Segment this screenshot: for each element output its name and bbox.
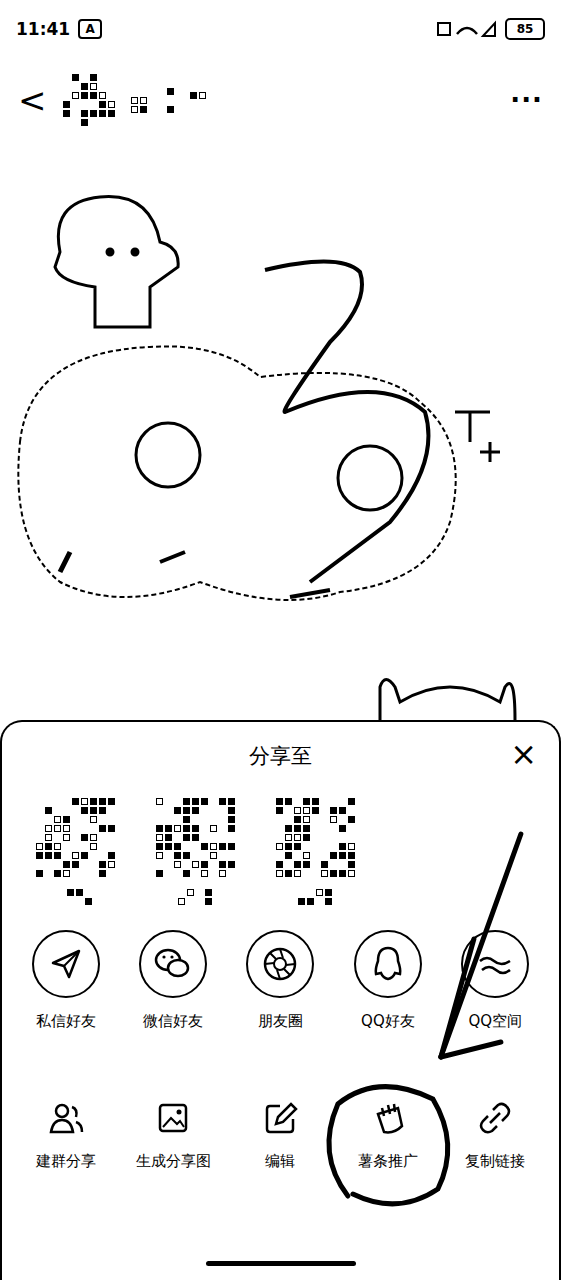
group-icon [48,1100,84,1136]
battery-icon: 85 [505,18,545,40]
share-action[interactable]: 薯条推广 [334,1084,441,1204]
moments-icon [259,943,301,985]
share-target[interactable]: 私信好友 [12,930,119,1070]
share-target-label: QQ空间 [468,1012,522,1032]
share-target-icon [246,930,314,998]
status-left: 11:41 A [16,19,102,39]
share-target-label: QQ好友 [361,1012,415,1032]
author-name [131,88,174,113]
send-icon [45,943,87,985]
share-action-label: 薯条推广 [358,1152,418,1172]
share-target[interactable]: 微信好友 [119,930,226,1070]
signal-icon [437,20,497,38]
contact[interactable] [155,798,235,930]
share-target-label: 私信好友 [36,1012,96,1032]
contact-avatar [156,798,235,877]
share-action-label: 编辑 [265,1152,295,1172]
share-action-icon [139,1084,207,1136]
share-action-icon [32,1084,100,1136]
author-extra [190,92,206,108]
share-action[interactable]: 建群分享 [12,1084,119,1204]
sheet-title: 分享至 [249,742,312,770]
promote-icon [370,1100,406,1136]
share-target-icon [354,930,422,998]
notification-badge: A [78,19,102,39]
status-right: 85 [437,18,545,40]
share-action[interactable]: 生成分享图 [119,1084,226,1204]
image-icon [155,1100,191,1136]
contact-avatar [276,798,355,877]
share-action[interactable]: 编辑 [227,1084,334,1204]
share-target-label: 微信好友 [143,1012,203,1032]
contact-avatar [36,798,115,877]
contact-name [178,889,212,905]
link-icon [477,1100,513,1136]
post-image [0,142,561,720]
share-action-label: 复制链接 [465,1152,525,1172]
share-target[interactable]: QQ空间 [442,930,549,1070]
status-bar: 11:41 A 85 [0,0,561,58]
header: < ··· [0,58,561,142]
home-indicator [206,1261,356,1266]
share-action-icon [246,1084,314,1136]
share-target-icon [461,930,529,998]
illustration [0,142,561,720]
share-target[interactable]: 朋友圈 [227,930,334,1070]
annotation-icon [0,0,561,1280]
share-target-icon [32,930,100,998]
back-button[interactable]: < [18,83,47,117]
share-action[interactable]: 复制链接 [442,1084,549,1204]
contact-list [2,790,559,930]
share-action-icon [461,1084,529,1136]
qq-icon [367,943,409,985]
author-avatar[interactable] [63,74,115,126]
close-button[interactable]: × [510,738,537,770]
share-action-icon [354,1084,422,1136]
qzone-icon [474,943,516,985]
share-target-label: 朋友圈 [258,1012,303,1032]
share-targets: 私信好友 微信好友 朋友圈 QQ好友 QQ空间 [2,930,559,1070]
edit-icon [262,1100,298,1136]
contact-name [298,889,332,905]
contact[interactable] [275,798,355,930]
share-target-icon [139,930,207,998]
contact[interactable] [35,798,115,930]
share-sheet: 分享至 × 私信好友 微信好友 朋友圈 QQ好友 QQ空间建群分享 生成分享图 编辑 薯条推广 复制… [0,720,561,1280]
sheet-header: 分享至 × [2,722,559,790]
contact-name [58,889,92,905]
header-left: < [18,74,206,126]
share-action-label: 生成分享图 [136,1152,211,1172]
share-action-label: 建群分享 [36,1152,96,1172]
more-button[interactable]: ··· [510,85,543,115]
wechat-icon [152,943,194,985]
share-target[interactable]: QQ好友 [334,930,441,1070]
clock: 11:41 [16,19,70,39]
share-actions: 建群分享 生成分享图 编辑 薯条推广 复制链接 [2,1084,559,1204]
